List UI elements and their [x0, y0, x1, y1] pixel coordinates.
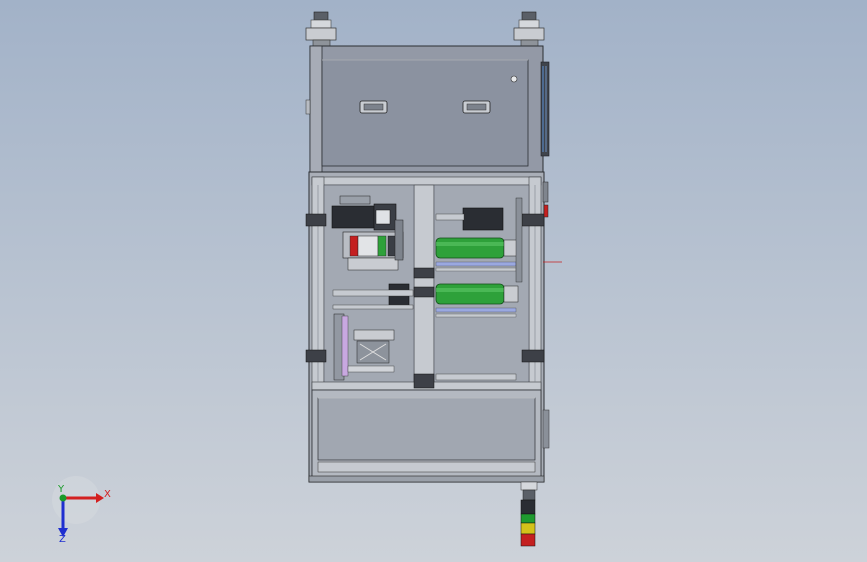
cabinet-handle-left[interactable] [359, 100, 388, 114]
cad-viewport[interactable]: X Y Z [0, 0, 867, 562]
axis-label-z: Z [59, 534, 66, 545]
top-foot-left [305, 11, 337, 47]
top-foot-right [513, 11, 545, 47]
axis-label-y: Y [57, 484, 65, 495]
cabinet-handle-right[interactable] [462, 100, 491, 114]
bottom-cabinet[interactable] [308, 389, 545, 483]
axis-label-x: X [104, 489, 111, 500]
side-sensor [542, 181, 562, 449]
upper-cabinet[interactable] [305, 45, 550, 173]
signal-tower-light-icon[interactable] [520, 481, 538, 547]
